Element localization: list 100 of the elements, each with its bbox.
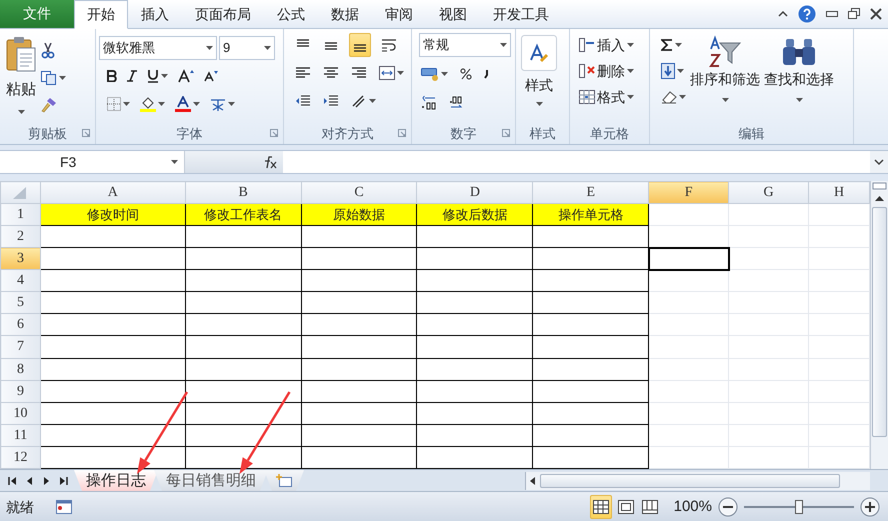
file-menu-tab[interactable]: 文件	[0, 0, 74, 28]
dialog-launcher-icon[interactable]	[398, 129, 406, 137]
row-header[interactable]: 3	[0, 248, 40, 270]
row-header[interactable]: 10	[0, 402, 40, 424]
row-header[interactable]: 4	[0, 270, 40, 292]
grid-view-icon	[592, 500, 609, 514]
collapse-ribbon-icon[interactable]	[778, 10, 788, 17]
align-lines-icon	[351, 66, 367, 80]
font-grow-icon	[178, 69, 194, 83]
zoom-level[interactable]: 100%	[674, 496, 712, 518]
minimize-icon[interactable]	[826, 10, 838, 16]
delete-cells-button[interactable]: 删除	[577, 59, 636, 83]
caret-icon	[536, 102, 542, 106]
zoom-out-icon[interactable]	[718, 497, 738, 517]
row-header[interactable]: 12	[0, 446, 40, 468]
font-name-dropdown[interactable]: 微软雅黑	[99, 36, 217, 60]
paste-button[interactable]: 粘贴	[3, 33, 39, 124]
sheet-tab[interactable]: 每日销售明细	[154, 470, 268, 491]
split-handle-icon[interactable]	[871, 181, 888, 191]
row-header[interactable]: 1	[0, 204, 40, 226]
scrollbar-thumb[interactable]	[872, 207, 887, 437]
ribbon-tab[interactable]: 公式	[264, 0, 318, 29]
caret-icon	[206, 46, 213, 50]
caret-icon	[161, 74, 168, 78]
underline-icon	[147, 69, 159, 83]
row-header[interactable]: 5	[0, 292, 40, 314]
caret-icon	[627, 95, 634, 99]
scrollbar-thumb[interactable]	[540, 474, 840, 488]
column-header[interactable]: F	[648, 182, 729, 204]
row-header[interactable]: 8	[0, 358, 40, 380]
column-header[interactable]: H	[808, 182, 870, 204]
sort-filter-button[interactable]: 排序和筛选	[688, 33, 762, 124]
caret-icon	[59, 76, 66, 80]
first-sheet-icon[interactable]	[8, 476, 17, 486]
caret-icon	[193, 102, 200, 106]
percent-icon	[460, 68, 472, 80]
ribbon-tab[interactable]: 审阅	[372, 0, 426, 29]
zoom-slider-thumb[interactable]	[795, 500, 803, 514]
restore-icon[interactable]	[848, 8, 860, 20]
decimal-icon	[421, 96, 437, 110]
format-cells-button[interactable]: 格式	[577, 85, 636, 109]
indent-icon	[323, 94, 339, 108]
group-label: 对齐方式	[322, 125, 374, 144]
dialog-launcher-icon[interactable]	[270, 129, 278, 137]
row-header[interactable]: 9	[0, 380, 40, 402]
row-header[interactable]: 11	[0, 424, 40, 446]
new-sheet-icon	[276, 474, 292, 488]
prev-sheet-icon[interactable]	[25, 476, 34, 486]
font-shrink-icon	[204, 70, 218, 82]
column-header[interactable]: E	[532, 182, 649, 204]
sheet-tab[interactable]: 操作日志	[74, 470, 158, 491]
insert-cells-button[interactable]: 插入	[577, 33, 636, 57]
money-icon	[421, 67, 439, 81]
ribbon-tab[interactable]: 页面布局	[182, 0, 264, 29]
ribbon-tab[interactable]: 开发工具	[480, 0, 562, 29]
zoom-in-icon[interactable]	[860, 497, 880, 517]
delete-cells-icon	[579, 64, 595, 78]
group-label: 样式	[530, 125, 556, 144]
dialog-launcher-icon[interactable]	[502, 129, 510, 137]
ribbon-tab[interactable]: 数据	[318, 0, 372, 29]
page-break-icon	[642, 500, 658, 514]
column-header[interactable]: D	[416, 182, 533, 204]
italic-icon	[127, 70, 137, 82]
find-select-button[interactable]: 查找和选择	[762, 33, 836, 124]
column-header[interactable]: G	[728, 182, 808, 204]
ribbon-tab[interactable]: 开始	[74, 0, 128, 29]
sort-filter-icon	[708, 35, 742, 69]
next-sheet-icon[interactable]	[42, 476, 51, 486]
clipboard-icon	[5, 35, 37, 73]
status-text: 就绪	[6, 498, 34, 516]
styles-button[interactable]: 样式	[519, 33, 559, 124]
font-size-dropdown[interactable]: 9	[219, 36, 275, 60]
active-cell[interactable]	[648, 248, 729, 270]
styles-icon	[521, 35, 557, 71]
decimal-icon	[449, 96, 465, 110]
help-icon[interactable]	[798, 4, 816, 22]
close-icon[interactable]	[870, 8, 882, 20]
number-format-dropdown[interactable]: 常规	[419, 33, 511, 57]
column-header[interactable]: C	[301, 182, 417, 204]
expand-icon[interactable]	[870, 151, 888, 173]
caret-icon	[722, 98, 728, 102]
macro-record-icon[interactable]	[56, 500, 72, 514]
group-label: 编辑	[738, 125, 764, 144]
column-header[interactable]: A	[40, 182, 186, 204]
caret-icon	[679, 95, 686, 99]
caret-icon	[228, 102, 235, 106]
caret-icon	[397, 71, 404, 75]
caret-icon	[675, 43, 682, 47]
last-sheet-icon[interactable]	[59, 476, 68, 486]
horizontal-scrollbar[interactable]	[525, 472, 870, 490]
row-header[interactable]: 7	[0, 336, 40, 358]
row-header[interactable]: 6	[0, 314, 40, 336]
ribbon-tab[interactable]: 视图	[426, 0, 480, 29]
column-header[interactable]: B	[185, 182, 302, 204]
ribbon-tab[interactable]: 插入	[128, 0, 182, 29]
dialog-launcher-icon[interactable]	[82, 129, 90, 137]
row-header[interactable]: 2	[0, 226, 40, 248]
bottom-align-button[interactable]	[349, 33, 371, 57]
normal-view-button[interactable]	[590, 495, 612, 519]
insert-sheet-tab[interactable]	[264, 470, 304, 491]
